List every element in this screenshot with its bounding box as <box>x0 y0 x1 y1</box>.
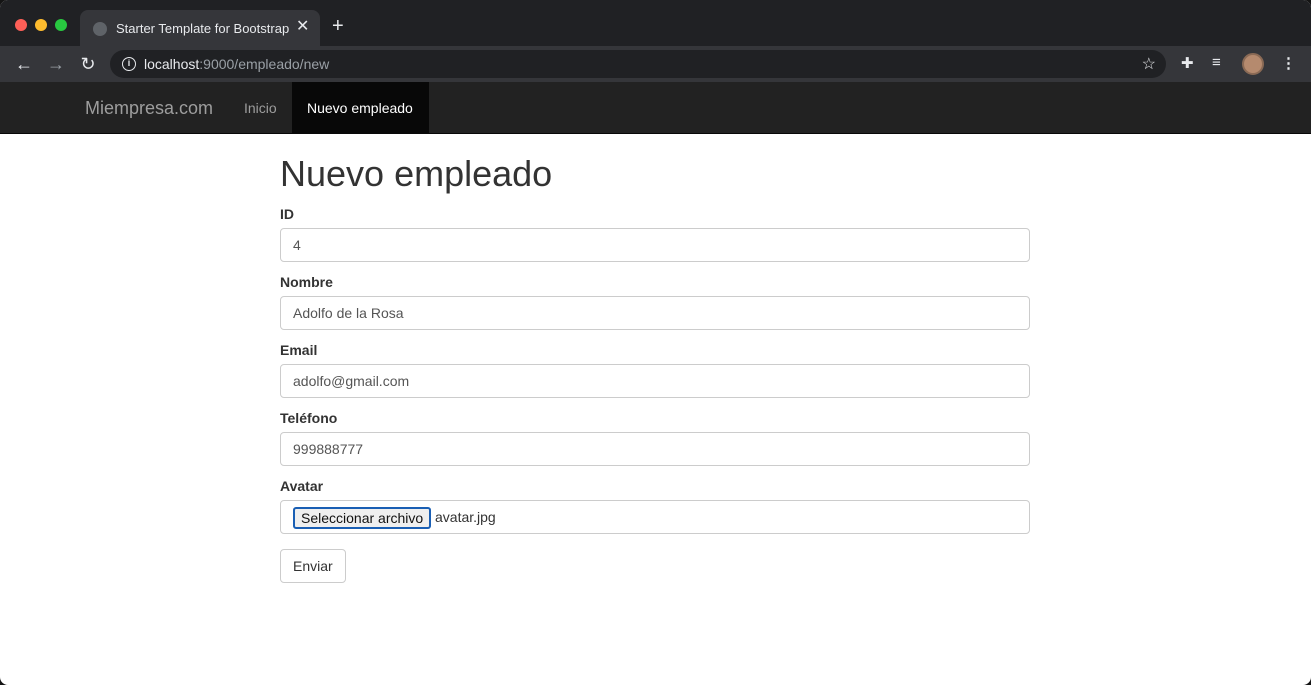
tab-strip: Starter Template for Bootstrap ✕ + <box>0 0 1311 46</box>
extensions-icon[interactable]: ✚ <box>1181 54 1194 72</box>
page-title: Nuevo empleado <box>280 153 553 194</box>
nav-link-nuevo-empleado[interactable]: Nuevo empleado <box>292 82 429 133</box>
nombre-input[interactable] <box>280 296 1030 330</box>
more-menu-icon[interactable]: ⋮ <box>1281 54 1296 72</box>
profile-avatar[interactable] <box>1242 53 1264 75</box>
reload-icon[interactable]: ↻ <box>76 52 100 76</box>
url-path: :9000/empleado/new <box>199 56 330 72</box>
minimize-window-icon[interactable] <box>35 19 47 31</box>
nombre-group: Nombre <box>280 274 1030 330</box>
email-input[interactable] <box>280 364 1030 398</box>
info-icon[interactable]: i <box>122 57 136 71</box>
telefono-group: Teléfono <box>280 410 1030 466</box>
media-control-icon[interactable]: ≡ <box>1212 54 1221 71</box>
browser-toolbar: ← → ↻ i localhost:9000/empleado/new ☆ ✚ … <box>0 46 1311 82</box>
main-content: Nuevo empleado ID Nombre Email Teléfono … <box>280 134 1030 583</box>
maximize-window-icon[interactable] <box>55 19 67 31</box>
email-label: Email <box>280 342 318 358</box>
navbar-brand[interactable]: Miempresa.com <box>85 98 213 119</box>
globe-icon <box>93 22 107 36</box>
bookmark-star-icon[interactable]: ☆ <box>1142 54 1156 74</box>
nombre-label: Nombre <box>280 274 333 290</box>
tab-title: Starter Template for Bootstrap <box>116 21 290 36</box>
close-window-icon[interactable] <box>15 19 27 31</box>
id-label: ID <box>280 206 294 222</box>
id-group: ID <box>280 206 1030 262</box>
close-tab-icon[interactable]: ✕ <box>296 18 309 36</box>
forward-arrow-icon[interactable]: → <box>44 52 68 76</box>
selected-file-name: avatar.jpg <box>435 509 496 525</box>
url-text: localhost:9000/empleado/new <box>144 56 329 72</box>
url-host: localhost <box>144 56 200 72</box>
avatar-label: Avatar <box>280 478 324 494</box>
choose-file-button[interactable]: Seleccionar archivo <box>293 507 432 529</box>
telefono-label: Teléfono <box>280 410 338 426</box>
email-group: Email <box>280 342 1030 398</box>
avatar-group: Avatar Seleccionar archivo avatar.jpg <box>280 478 1030 534</box>
submit-button[interactable]: Enviar <box>280 549 346 583</box>
nav-link-inicio[interactable]: Inicio <box>229 82 292 133</box>
site-navbar: Miempresa.com Inicio Nuevo empleado <box>0 82 1311 134</box>
avatar-file-input[interactable]: Seleccionar archivo avatar.jpg <box>280 500 1030 534</box>
browser-window: Starter Template for Bootstrap ✕ + ← → ↻… <box>0 0 1311 685</box>
back-arrow-icon[interactable]: ← <box>12 52 36 76</box>
browser-tab[interactable]: Starter Template for Bootstrap ✕ <box>80 10 320 46</box>
new-tab-button[interactable]: + <box>332 16 344 36</box>
id-input[interactable] <box>280 228 1030 262</box>
address-bar[interactable]: i localhost:9000/empleado/new ☆ <box>110 50 1166 78</box>
telefono-input[interactable] <box>280 432 1030 466</box>
